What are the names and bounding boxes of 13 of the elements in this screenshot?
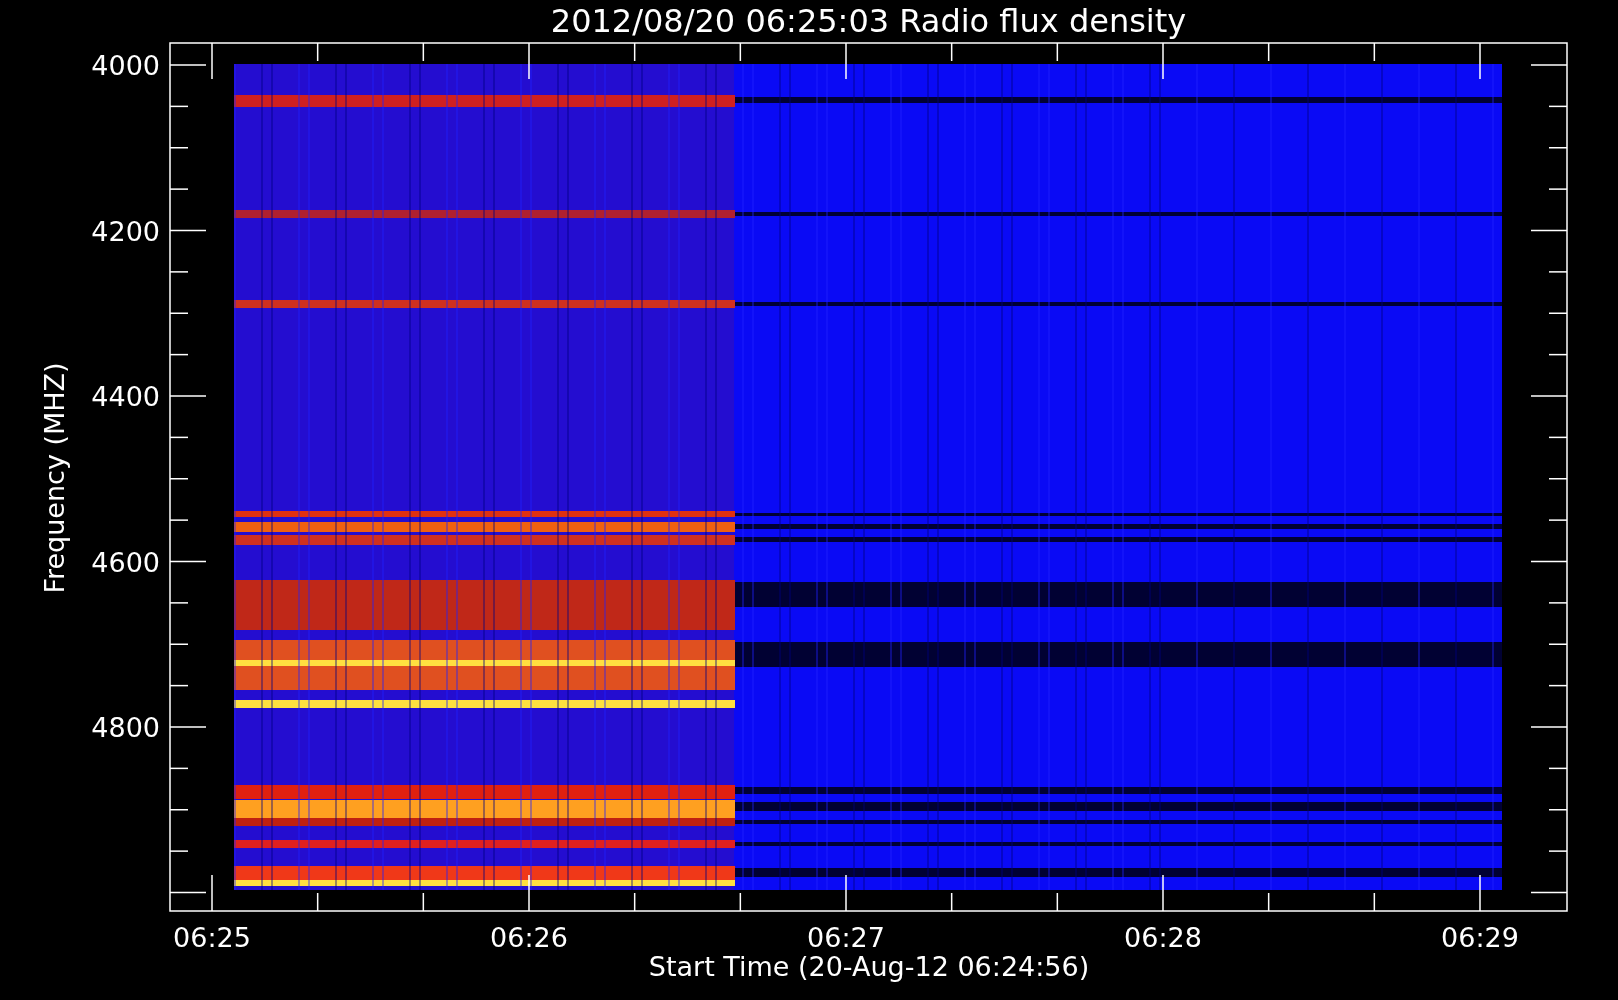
- chart-title: 2012/08/20 06:25:03 Radio flux density: [550, 2, 1187, 40]
- x-tick-label: 06:29: [1441, 922, 1519, 953]
- y-tick-label: 4000: [91, 50, 160, 81]
- x-tick-label: 06:25: [173, 922, 251, 953]
- x-tick-label: 06:26: [490, 922, 568, 953]
- x-tick-label: 06:27: [807, 922, 885, 953]
- y-tick-label: 4200: [91, 215, 160, 247]
- y-axis-label: Frequency (MHZ): [39, 362, 70, 594]
- y-tick-label: 4600: [91, 546, 160, 578]
- y-tick-label: 4400: [91, 381, 160, 412]
- y-tick-label: 4800: [91, 712, 160, 743]
- x-axis-label: Start Time (20-Aug-12 06:24:56): [648, 951, 1090, 982]
- x-tick-label: 06:28: [1124, 922, 1202, 953]
